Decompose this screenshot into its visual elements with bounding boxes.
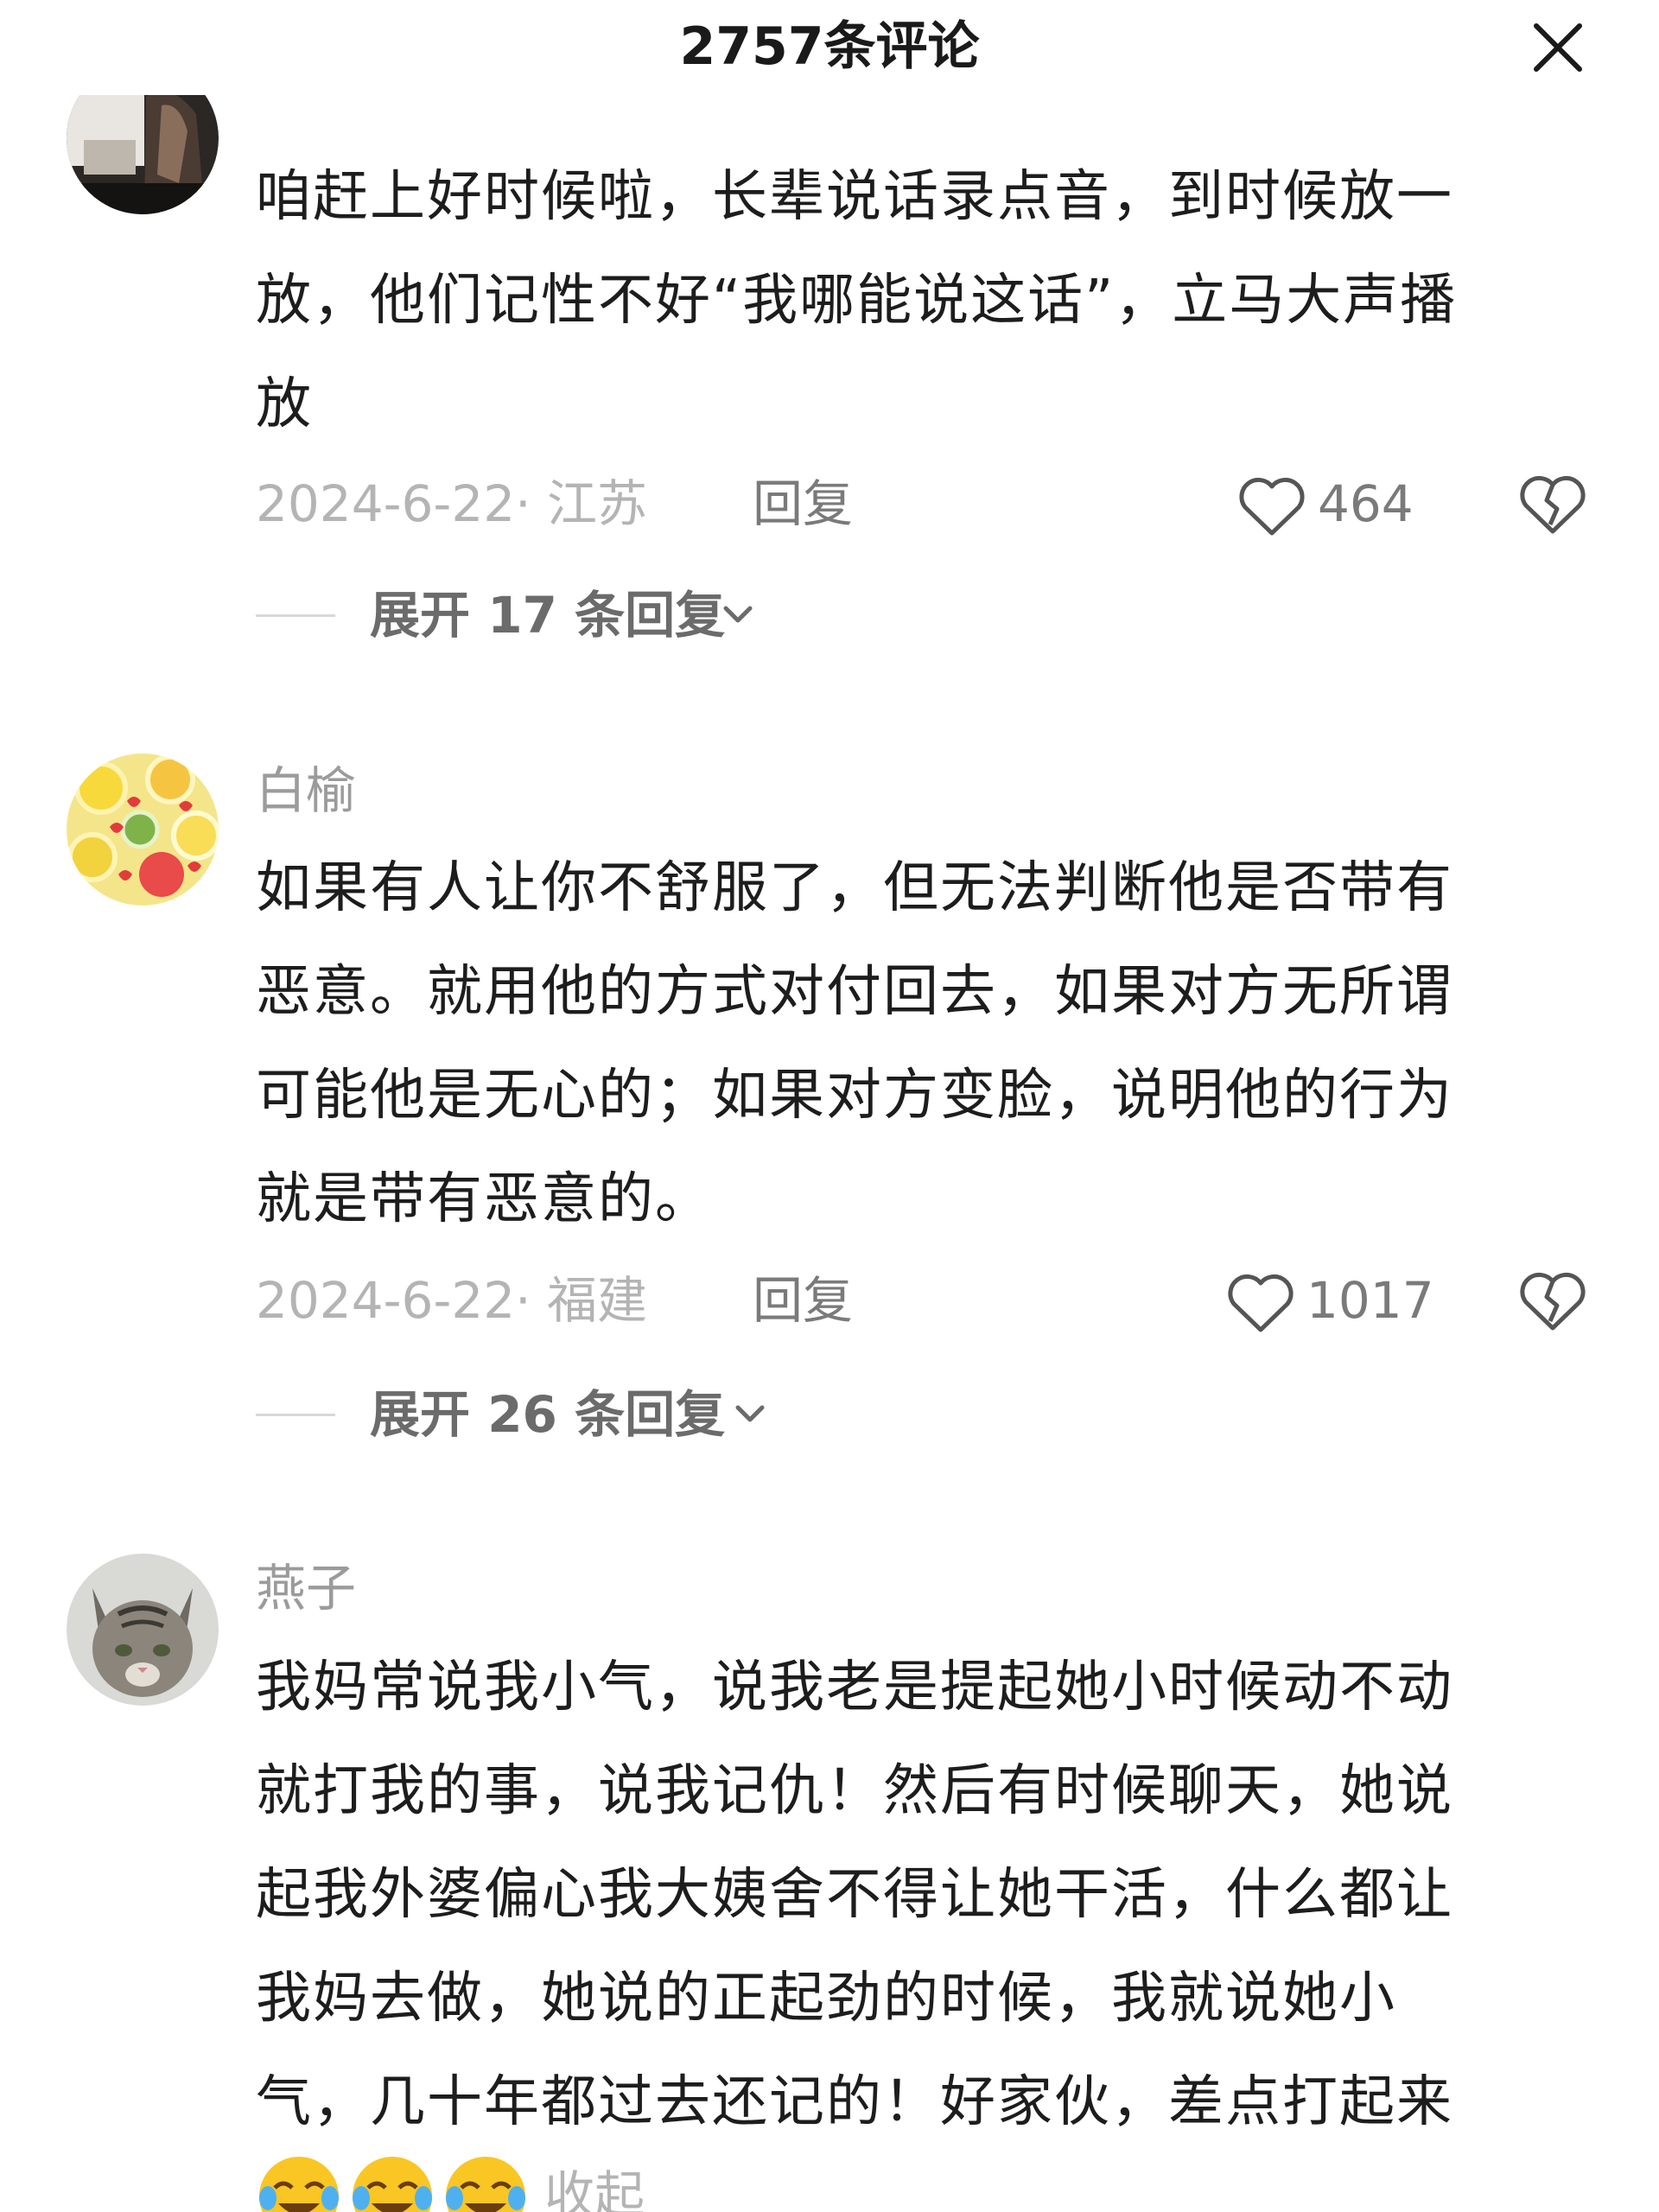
comment-line: 我妈去做，她说的正起劲的时候，我就说她小 bbox=[256, 1967, 1396, 2031]
avatar[interactable] bbox=[67, 1554, 219, 1706]
expand-replies-button[interactable]: 展开 17 条回复 bbox=[256, 581, 1033, 650]
cat-avatar-icon bbox=[67, 1554, 219, 1706]
comment-date-location: 2024-6-22· 福建 bbox=[256, 1271, 648, 1330]
laughing-crying-emoji-icon bbox=[353, 2157, 432, 2212]
comment-line: 气，几十年都过去还记的！好家伙，差点打起来 bbox=[256, 2070, 1453, 2134]
comment-line: 起我外婆偏心我大姨舍不得让她干活，什么都让 bbox=[256, 1863, 1453, 1927]
heart-icon bbox=[1239, 477, 1305, 536]
laughing-crying-emoji-icon bbox=[259, 2157, 339, 2212]
broken-heart-icon bbox=[1520, 1272, 1586, 1331]
expand-replies-label: 展开 17 条回复 bbox=[370, 586, 726, 645]
comment-line: 放 bbox=[256, 372, 313, 436]
reply-button[interactable]: 回复 bbox=[753, 1266, 853, 1335]
comment-text: 我妈常说我小气，说我老是提起她小时候动不动 就打我的事，说我记仇！然后有时候聊天… bbox=[256, 1636, 1569, 2154]
reply-button[interactable]: 回复 bbox=[753, 469, 853, 538]
chevron-down-icon bbox=[735, 1405, 765, 1422]
heart-icon bbox=[1228, 1274, 1294, 1332]
divider bbox=[256, 614, 335, 617]
like-count: 1017 bbox=[1306, 1271, 1434, 1330]
comments-page: 2757条评论 咱赶上好时候啦，长辈说话录点音，到时候放一 放，他们记性不好“我… bbox=[0, 0, 1659, 2212]
comment-text: 咱赶上好时候啦，长辈说话录点音，到时候放一 放，他们记性不好“我哪能说这话”，立… bbox=[256, 145, 1569, 456]
comment-text: 如果有人让你不舒服了，但无法判断他是否带有 恶意。就用他的方式对付回去，如果对方… bbox=[256, 836, 1569, 1251]
comment-meta: 2024-6-22· 福建 回复 1017 bbox=[256, 1266, 1604, 1335]
comment-line: 咱赶上好时候啦，长辈说话录点音，到时候放一 bbox=[256, 165, 1453, 229]
comment-line: 就是带有恶意的。 bbox=[256, 1167, 712, 1231]
comment-date-location: 2024-6-22· 江苏 bbox=[256, 474, 648, 533]
chevron-down-icon bbox=[723, 606, 753, 623]
collapse-button[interactable]: 收起 bbox=[544, 2160, 645, 2212]
dislike-button[interactable] bbox=[1519, 1269, 1586, 1332]
comment-count-title: 2757条评论 bbox=[679, 16, 980, 77]
divider bbox=[256, 1414, 335, 1416]
comments-header: 2757条评论 bbox=[0, 0, 1659, 95]
close-button[interactable] bbox=[1531, 21, 1585, 74]
username[interactable]: 白榆 bbox=[256, 760, 356, 821]
comment-line: 就打我的事，说我记仇！然后有时候聊天，她说 bbox=[256, 1759, 1453, 1823]
comment-line: 我妈常说我小气，说我老是提起她小时候动不动 bbox=[256, 1656, 1453, 1719]
avatar[interactable] bbox=[67, 753, 219, 906]
username[interactable]: 燕子 bbox=[256, 1558, 356, 1618]
expand-replies-label: 展开 26 条回复 bbox=[370, 1385, 726, 1444]
fruit-slices-avatar-icon bbox=[67, 753, 219, 906]
expand-replies-button[interactable]: 展开 26 条回复 bbox=[256, 1380, 1033, 1449]
like-count: 464 bbox=[1318, 474, 1414, 533]
comment-line: 放，他们记性不好“我哪能说这话”，立马大声播 bbox=[256, 269, 1458, 333]
comment-line: 恶意。就用他的方式对付回去，如果对方无所谓 bbox=[256, 960, 1453, 1024]
comment-line: 如果有人让你不舒服了，但无法判断他是否带有 bbox=[256, 856, 1453, 920]
broken-heart-icon bbox=[1520, 475, 1586, 534]
comment-line: 可能他是无心的；如果对方变脸，说明他的行为 bbox=[256, 1064, 1453, 1128]
dislike-button[interactable] bbox=[1519, 473, 1586, 535]
comment-meta: 2024-6-22· 江苏 回复 464 bbox=[256, 469, 1604, 538]
close-icon bbox=[1534, 23, 1582, 72]
laughing-crying-emoji-icon bbox=[446, 2157, 525, 2212]
